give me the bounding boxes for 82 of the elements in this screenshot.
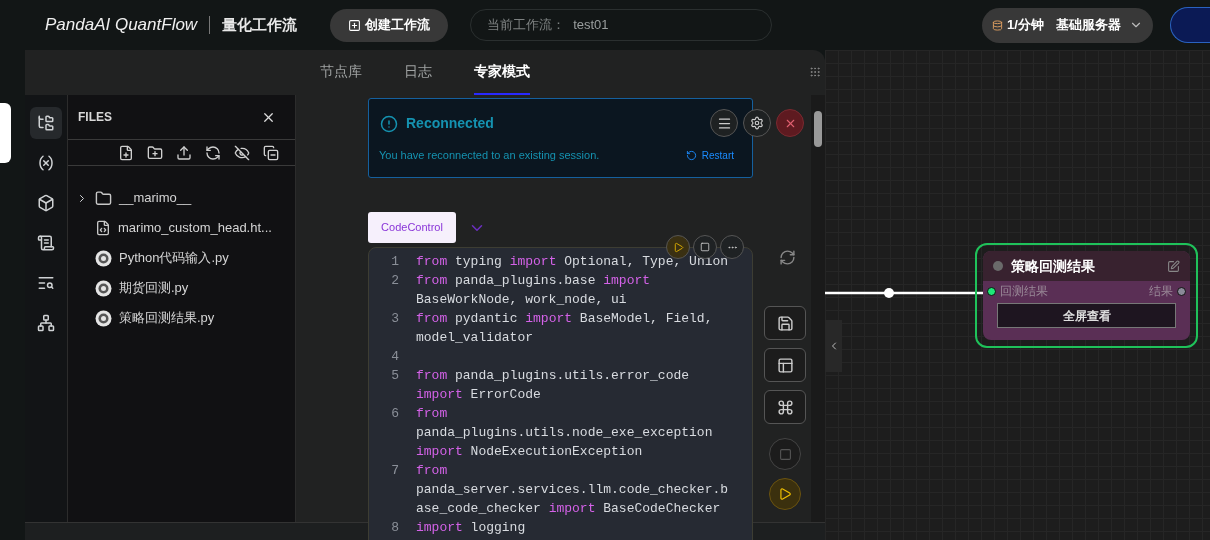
settings-button[interactable] xyxy=(743,109,771,137)
notebook-icon xyxy=(95,249,112,267)
file-tree-item[interactable]: __marimo__ xyxy=(68,183,295,213)
notebook-icon xyxy=(95,309,112,327)
code-line: from panda_plugins.utils.error_code import ErrorCode xyxy=(416,367,691,404)
run-button[interactable] xyxy=(769,478,801,510)
file-tree-item[interactable]: marimo_custom_head.ht... xyxy=(68,213,295,243)
panel-tab[interactable]: 日志 xyxy=(404,50,432,95)
play-icon xyxy=(778,487,792,501)
create-workflow-button[interactable]: 创建工作流 xyxy=(330,8,449,42)
line-number: 8 xyxy=(390,519,399,537)
collapse-icon[interactable] xyxy=(263,144,279,161)
code-file-icon xyxy=(95,220,111,236)
start-button[interactable] xyxy=(1170,7,1210,43)
toast-message: You have reconnected to an existing session. xyxy=(379,148,601,163)
settings-icon xyxy=(750,116,764,130)
result-node[interactable]: 策略回测结果 回测结果 结果 全屏查看 xyxy=(975,243,1198,348)
drag-handle-icon[interactable] xyxy=(809,66,821,78)
sync-icon[interactable] xyxy=(779,249,796,266)
notebook-icon xyxy=(95,279,112,297)
save-icon xyxy=(776,314,794,332)
hide-icon[interactable] xyxy=(234,144,250,161)
restart-icon xyxy=(685,149,697,161)
search-icon xyxy=(37,274,55,292)
app-logo: PandaAI QuantFlow xyxy=(45,14,198,37)
alert-icon xyxy=(380,114,398,133)
menu-icon xyxy=(716,115,732,131)
folder-icon xyxy=(95,189,112,207)
line-number: 3 xyxy=(390,310,399,328)
panel-tab[interactable]: 专家模式 xyxy=(474,50,530,95)
dependencies-icon xyxy=(37,314,55,332)
toast-title: Reconnected xyxy=(406,114,494,133)
command-button[interactable] xyxy=(764,390,806,424)
stop-icon xyxy=(778,447,792,461)
line-number: 5 xyxy=(390,367,399,385)
packages-icon xyxy=(37,194,55,212)
stop-icon xyxy=(700,242,710,252)
variables-icon xyxy=(37,154,55,172)
restart-button[interactable]: Restart xyxy=(685,147,734,163)
layout-icon xyxy=(776,356,794,374)
file-tree-item[interactable]: 期货回测.py xyxy=(68,273,295,303)
activity-button[interactable] xyxy=(30,107,62,139)
outline-icon xyxy=(37,234,55,252)
input-label: 回测结果 xyxy=(1000,283,1049,300)
layout-button[interactable] xyxy=(764,348,806,382)
scrollbar[interactable] xyxy=(811,95,825,522)
new-folder-icon[interactable] xyxy=(147,144,163,161)
command-icon xyxy=(776,398,794,416)
code-line: from panda_plugins.utils.node_exe_exception import NodeExecutionException xyxy=(416,405,714,461)
coins-icon xyxy=(992,19,1004,31)
code-line: from typing import Optional, Type, Union xyxy=(416,253,730,271)
line-number: 2 xyxy=(390,272,399,290)
file-tree-item[interactable]: Python代码输入.py xyxy=(68,243,295,273)
file-tree-item[interactable]: 策略回测结果.py xyxy=(68,303,295,333)
cell-tag[interactable]: CodeControl xyxy=(368,212,456,243)
files-title: FILES xyxy=(78,109,112,126)
new-file-icon[interactable] xyxy=(118,144,134,161)
input-port[interactable] xyxy=(987,286,996,296)
node-title: 策略回测结果 xyxy=(1011,256,1096,276)
line-number: 4 xyxy=(390,348,399,366)
files-icon xyxy=(37,114,55,132)
output-label: 结果 xyxy=(1149,283,1173,300)
line-number: 6 xyxy=(390,405,399,423)
line-number: 7 xyxy=(390,462,399,480)
play-icon xyxy=(672,241,684,253)
code-line: from pydantic import BaseModel, Field, model_validator xyxy=(416,310,714,347)
upload-icon[interactable] xyxy=(176,144,192,161)
edit-icon[interactable] xyxy=(1167,259,1180,273)
panel-tab[interactable]: 节点库 xyxy=(320,50,362,95)
code-cell[interactable] xyxy=(368,247,753,540)
save-button[interactable] xyxy=(764,306,806,340)
app-subtitle: 量化工作流 xyxy=(222,14,298,35)
server-selector[interactable]: 1/分钟 基础服务器 xyxy=(982,7,1153,43)
close-button[interactable] xyxy=(776,109,804,137)
code-line: import logging xyxy=(416,519,527,537)
fullscreen-button[interactable]: 全屏查看 xyxy=(997,303,1176,328)
plus-icon xyxy=(348,18,362,32)
line-number: 1 xyxy=(390,253,399,271)
menu-button[interactable] xyxy=(710,109,738,137)
refresh-icon[interactable] xyxy=(205,144,221,161)
side-card xyxy=(0,103,11,163)
output-port[interactable] xyxy=(1177,286,1186,296)
